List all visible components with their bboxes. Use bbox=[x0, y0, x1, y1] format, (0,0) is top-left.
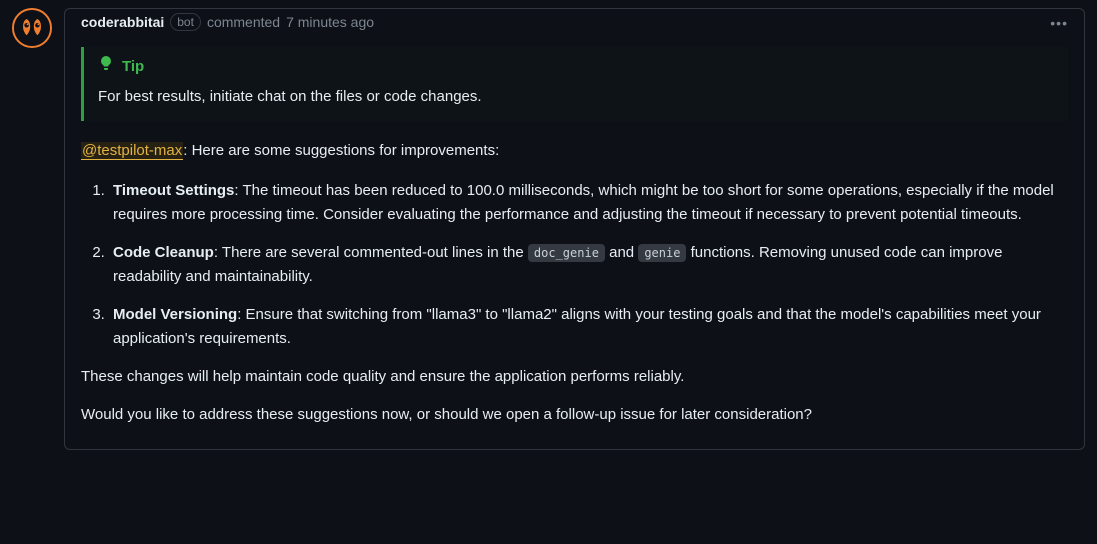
item-body-mid: and bbox=[605, 244, 638, 261]
tip-header: Tip bbox=[98, 55, 1054, 79]
timestamp[interactable]: 7 minutes ago bbox=[286, 14, 374, 30]
list-item: Code Cleanup: There are several commente… bbox=[109, 241, 1068, 289]
tip-text: For best results, initiate chat on the f… bbox=[98, 85, 1054, 109]
outro-question: Would you like to address these suggesti… bbox=[81, 403, 1068, 427]
item-body-pre: : There are several commented-out lines … bbox=[214, 244, 528, 261]
comment-header: coderabbitai bot commented 7 minutes ago… bbox=[65, 9, 1084, 35]
item-title: Model Versioning bbox=[113, 306, 237, 323]
bot-badge: bot bbox=[170, 13, 201, 31]
avatar[interactable] bbox=[12, 8, 52, 48]
list-item: Timeout Settings: The timeout has been r… bbox=[109, 179, 1068, 227]
inline-code: genie bbox=[638, 244, 686, 262]
list-item: Model Versioning: Ensure that switching … bbox=[109, 303, 1068, 351]
comment-content: Tip For best results, initiate chat on t… bbox=[65, 35, 1084, 449]
item-body: : Ensure that switching from "llama3" to… bbox=[113, 306, 1041, 347]
author-link[interactable]: coderabbitai bbox=[81, 14, 164, 30]
comment: coderabbitai bot commented 7 minutes ago… bbox=[0, 0, 1097, 458]
item-body: : The timeout has been reduced to 100.0 … bbox=[113, 182, 1054, 223]
comment-action-text: commented bbox=[207, 14, 280, 30]
tip-callout: Tip For best results, initiate chat on t… bbox=[81, 47, 1068, 121]
tip-label: Tip bbox=[122, 55, 144, 79]
kebab-menu-icon[interactable]: ••• bbox=[1050, 15, 1068, 31]
suggestion-list: Timeout Settings: The timeout has been r… bbox=[81, 179, 1068, 351]
intro-line: @testpilot-max: Here are some suggestion… bbox=[81, 139, 1068, 163]
mention-link[interactable]: @testpilot-max bbox=[81, 142, 183, 160]
comment-body: coderabbitai bot commented 7 minutes ago… bbox=[64, 8, 1085, 450]
outro-paragraph: These changes will help maintain code qu… bbox=[81, 365, 1068, 389]
lightbulb-icon bbox=[98, 55, 114, 79]
intro-suffix: : Here are some suggestions for improvem… bbox=[183, 142, 499, 159]
item-title: Code Cleanup bbox=[113, 244, 214, 261]
item-title: Timeout Settings bbox=[113, 182, 234, 199]
inline-code: doc_genie bbox=[528, 244, 605, 262]
